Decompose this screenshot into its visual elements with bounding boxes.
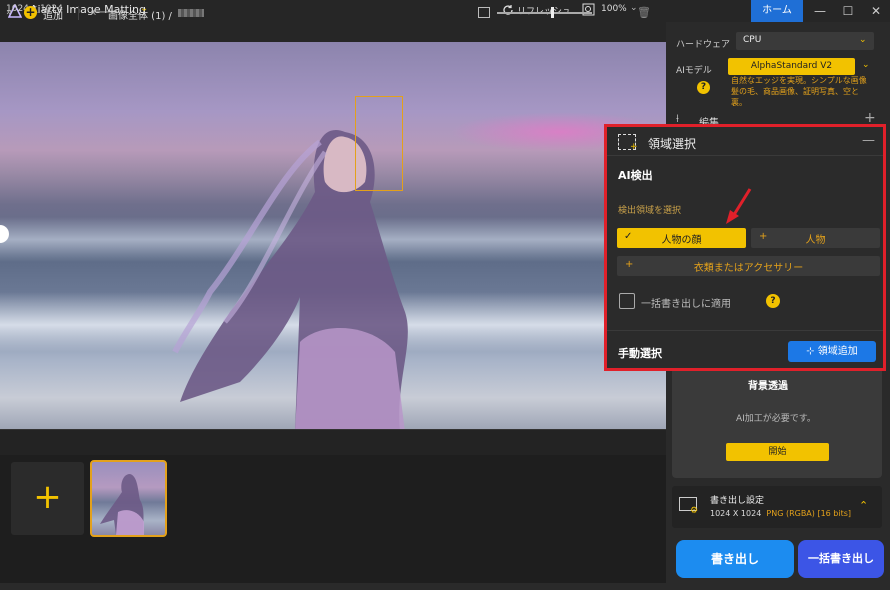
ai-model-chevron-down-icon[interactable]: ⌄ — [862, 60, 870, 70]
close-icon[interactable]: ✕ — [862, 0, 890, 22]
region-select-title: 領域選択 — [648, 137, 697, 151]
detect-area-label: 検出領域を選択 — [618, 206, 682, 216]
export-settings-title: 書き出し設定 — [710, 496, 765, 506]
refresh-button[interactable]: リフレッシュ — [517, 4, 571, 17]
thumbnail-size-slider[interactable] — [497, 12, 592, 14]
add-image-tile[interactable]: + — [11, 462, 84, 535]
detect-clothing-label: 衣類またはアクセサリー — [693, 263, 804, 274]
add-region-button[interactable]: ⊹ 領域追加 — [788, 341, 876, 362]
trash-icon[interactable]: 🗑 — [637, 6, 651, 19]
collapse-chevron-icon[interactable]: » — [6, 7, 12, 18]
detect-face-label: 人物の顔 — [661, 235, 702, 246]
divider — [607, 155, 883, 156]
woman-figure — [172, 130, 408, 429]
batch-apply-checkbox[interactable] — [619, 293, 635, 309]
region-plus-icon: + — [630, 142, 638, 152]
manual-select-heading: 手動選択 — [618, 347, 662, 360]
thumbnail-figure-icon — [100, 474, 144, 535]
hardware-select[interactable]: CPU — [736, 32, 874, 50]
export-settings-card[interactable] — [672, 486, 882, 528]
export-format: PNG (RGBA) [16 bits] — [766, 509, 852, 518]
divider — [78, 6, 79, 20]
image-size-icon — [478, 7, 490, 18]
add-button[interactable]: 追加 — [43, 7, 63, 22]
thumbnail-toolbar — [0, 429, 666, 455]
add-icon[interactable]: + — [24, 6, 37, 19]
slider-handle[interactable] — [551, 7, 554, 18]
hardware-label: ハードウェア — [676, 40, 731, 50]
batch-export-button[interactable]: 一括書き出し — [798, 540, 884, 578]
batch-apply-label[interactable]: 一括書き出しに適用 — [641, 295, 731, 310]
ai-required-note: AI加工が必要です。 — [736, 414, 816, 424]
zoom-fit-icon[interactable] — [582, 3, 595, 16]
breadcrumb[interactable]: 画像全体 (1) / — [108, 7, 172, 22]
ai-model-label: AIモデル — [676, 66, 712, 76]
help-icon[interactable]: ? — [697, 81, 710, 94]
background-removal-title: 背景透過 — [748, 381, 788, 392]
app-window: Aiarty Image Matting ⌄ ホーム — ☐ ✕ 1024 x … — [0, 0, 890, 590]
refresh-icon[interactable] — [502, 4, 514, 16]
gear-icon: ⚙ — [690, 506, 699, 516]
home-button[interactable]: ホーム — [751, 0, 803, 22]
detect-clothing-option[interactable]: + 衣類またはアクセサリー — [617, 256, 880, 276]
collapse-minus-icon[interactable]: — — [862, 133, 875, 148]
export-size: 1024 X 1024 — [710, 509, 762, 518]
help-icon[interactable]: ? — [766, 294, 780, 308]
ai-model-description: 自然なエッジを実現。シンプルな画像 髪の毛、商品画像、証明写真、空と裏。 — [731, 76, 867, 107]
ai-detect-heading: AI検出 — [618, 169, 653, 182]
image-thumbnail[interactable] — [90, 460, 167, 537]
maximize-icon[interactable]: ☐ — [834, 0, 862, 22]
canvas-toolbar — [0, 22, 666, 42]
detect-person-label: 人物 — [805, 235, 826, 246]
start-button[interactable]: 開始 — [726, 443, 829, 461]
detect-face-option[interactable]: ✓ 人物の顔 — [617, 228, 746, 248]
hardware-chevron-down-icon[interactable]: ⌄ — [859, 35, 867, 45]
export-button[interactable]: 書き出し — [676, 540, 794, 578]
detect-person-option[interactable]: + 人物 — [751, 228, 880, 248]
ai-model-select[interactable]: AlphaStandard V2 — [728, 58, 855, 75]
breadcrumb-filename-redacted — [178, 9, 204, 17]
horizontal-scrollbar[interactable] — [0, 583, 666, 590]
minimize-icon[interactable]: — — [806, 0, 834, 22]
export-settings-detail: 1024 X 1024 PNG (RGBA) [16 bits] — [710, 509, 851, 518]
zoom-level[interactable]: 100% — [601, 4, 627, 14]
face-detection-box[interactable] — [355, 96, 403, 191]
image-canvas[interactable] — [0, 42, 666, 429]
annotation-arrow-icon — [726, 188, 752, 224]
divider — [607, 330, 883, 331]
expand-chevron-up-icon[interactable]: ⌃ — [859, 499, 868, 512]
